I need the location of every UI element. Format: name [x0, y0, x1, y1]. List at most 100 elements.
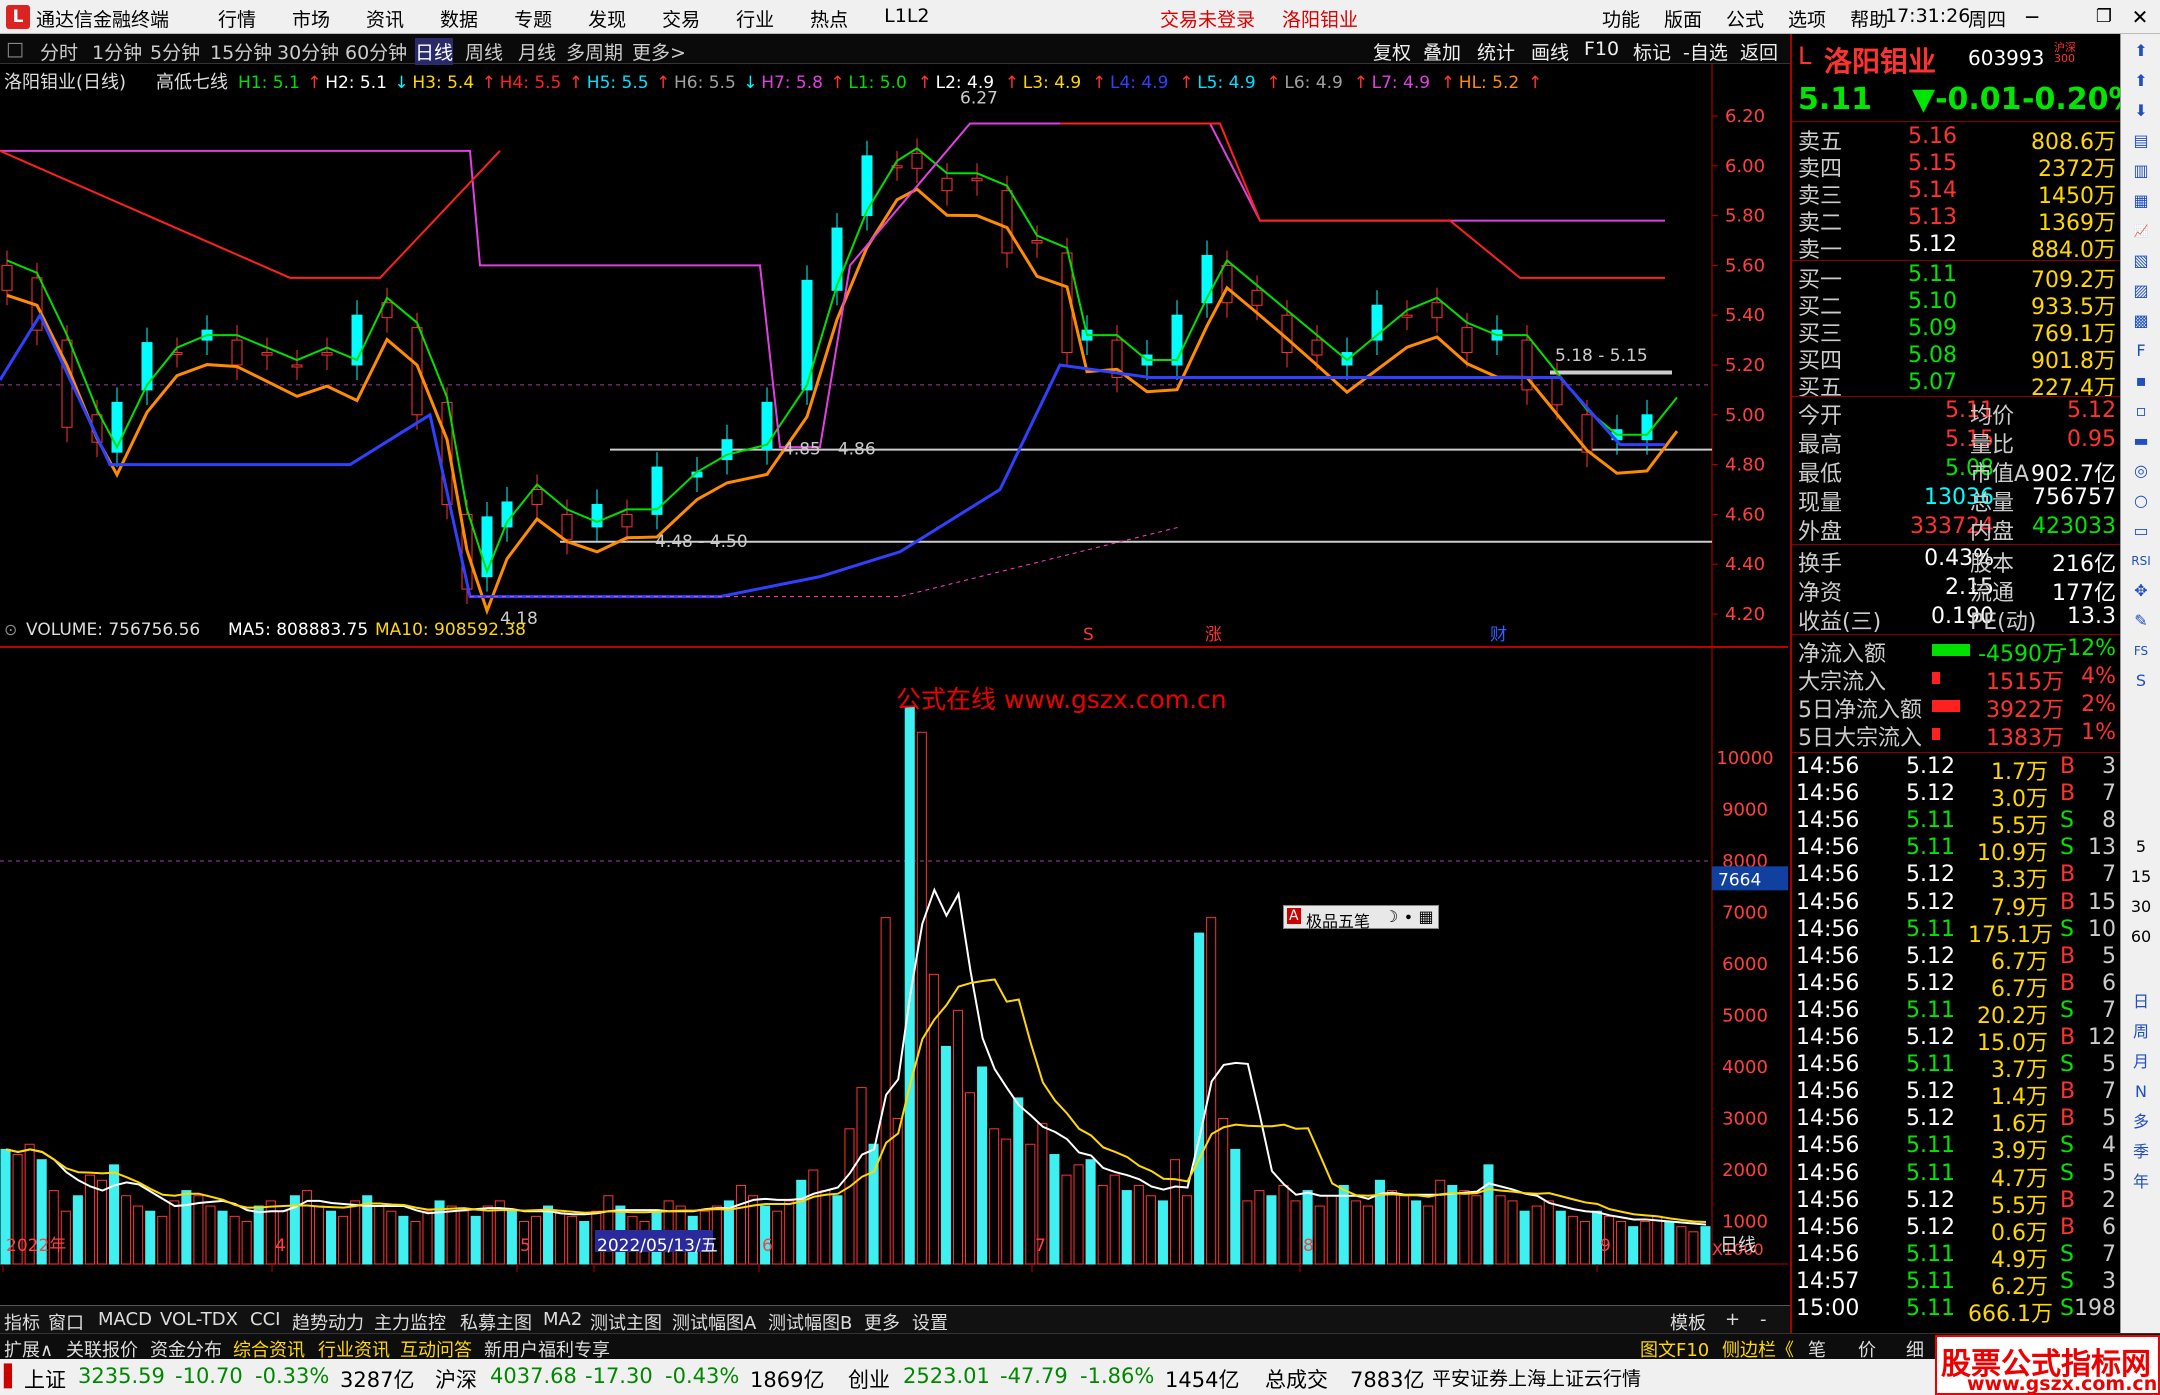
book-icon[interactable]: ▧ — [2127, 248, 2155, 274]
top-menu-item[interactable]: 热点 — [792, 5, 866, 32]
top-menu-item[interactable]: L1L2 — [866, 5, 947, 32]
right-menu-item[interactable]: 功能 — [1590, 5, 1652, 32]
tool-period-15[interactable]: 15 — [2127, 864, 2155, 890]
period-right-tab[interactable]: 标记 — [1633, 38, 1671, 65]
broker-info[interactable]: 平安证券上海上证云行情 — [1432, 1364, 1641, 1391]
indicator-tab[interactable]: CCI — [250, 1309, 280, 1330]
cross-icon[interactable]: ✥ — [2127, 578, 2155, 604]
report-icon[interactable]: ▨ — [2127, 278, 2155, 304]
period-tab[interactable]: 周线 — [465, 38, 503, 65]
period-right-tab[interactable]: 画线 — [1531, 38, 1569, 65]
fs-icon[interactable]: FS — [2127, 638, 2155, 664]
tool-period-cycle[interactable]: 年 — [2127, 1169, 2155, 1195]
pen-icon[interactable]: ✎ — [2127, 608, 2155, 634]
period-right-tab[interactable]: 返回 — [1740, 38, 1778, 65]
period-tab[interactable]: 分时 — [40, 38, 78, 65]
tool-period-cycle[interactable]: 月 — [2127, 1049, 2155, 1075]
up-icon[interactable]: ⬆ — [2127, 68, 2155, 94]
tool-period-cycle[interactable]: N — [2127, 1079, 2155, 1105]
period-tab[interactable]: 60分钟 — [345, 38, 407, 65]
restore-icon[interactable]: ❐ — [2086, 3, 2122, 31]
event-marker[interactable]: 涨 — [1205, 625, 1222, 645]
tool-period-cycle[interactable]: 周 — [2127, 1019, 2155, 1045]
bars-icon[interactable]: ▩ — [2127, 308, 2155, 334]
template-tab[interactable]: - — [1760, 1309, 1767, 1330]
s-icon[interactable]: S — [2127, 668, 2155, 694]
indicator-tab[interactable]: 测试主图 — [590, 1309, 662, 1335]
period-right-tab[interactable]: 统计 — [1477, 38, 1515, 65]
tool-period-cycle[interactable]: 日 — [2127, 989, 2155, 1015]
period-tab[interactable]: 多周期 — [566, 38, 623, 65]
f10-icon[interactable]: F — [2127, 338, 2155, 364]
tool-period-5[interactable]: 5 — [2127, 834, 2155, 860]
template-tab[interactable]: + — [1725, 1309, 1740, 1330]
kline-chart[interactable]: 洛阳钼业(日线) 高低七线 H1: 5.1 ↑ H2: 5.1 ↓ H3: 5.4 ↑ H4: … — [0, 64, 1790, 1314]
tool-period-30[interactable]: 30 — [2127, 894, 2155, 920]
top-menu-item[interactable]: 交易 — [644, 5, 718, 32]
close-icon[interactable]: ✕ — [2122, 3, 2158, 31]
indicator-tab[interactable]: 主力监控 — [374, 1309, 446, 1335]
indicator-tab[interactable]: 设置 — [912, 1309, 948, 1335]
indicator-tab[interactable]: MA2 — [543, 1309, 582, 1330]
top-menu-item[interactable]: 行情 — [200, 5, 274, 32]
scroll-up-icon[interactable]: ⬆ — [2127, 38, 2155, 64]
list-icon[interactable]: ▤ — [2127, 128, 2155, 154]
period-tab[interactable]: 1分钟 — [92, 38, 142, 65]
period-right-tab[interactable]: 叠加 — [1423, 38, 1461, 65]
indicator-tab[interactable]: 更多 — [864, 1309, 900, 1335]
period-tab[interactable]: 15分钟 — [210, 38, 272, 65]
top-menu-item[interactable]: 发现 — [570, 5, 644, 32]
target-icon[interactable]: ◎ — [2127, 458, 2155, 484]
trade-warning[interactable]: 交易未登录 — [1160, 5, 1255, 32]
event-marker[interactable]: S — [1083, 625, 1094, 645]
layout-icon[interactable]: ▬ — [2127, 428, 2155, 454]
down-icon[interactable]: ⬇ — [2127, 98, 2155, 124]
ask-row: 卖五 5.16 808.6万 — [1792, 124, 2122, 155]
right-menu-item[interactable]: 选项 — [1776, 5, 1838, 32]
indicator-tab[interactable]: 窗口 — [48, 1309, 84, 1335]
ime-toolbar[interactable]: A 极品五笔 ☽ ∙ ▦ — [1283, 905, 1439, 931]
period-tab[interactable]: 30分钟 — [277, 38, 339, 65]
period-tab[interactable]: 日线 — [415, 38, 454, 65]
top-menu-item[interactable]: 专题 — [496, 5, 570, 32]
period-right-tab[interactable]: 复权 — [1373, 38, 1411, 65]
indicator-tab[interactable]: 指标 — [4, 1309, 40, 1335]
event-marker[interactable]: 财 — [1490, 625, 1507, 645]
minimize-icon[interactable]: ─ — [2014, 3, 2050, 31]
panel-icon[interactable]: ▫ — [2127, 398, 2155, 424]
top-menu-item[interactable]: 数据 — [422, 5, 496, 32]
rsi-icon[interactable]: RSI — [2127, 548, 2155, 574]
stat-value: 423033 — [2032, 514, 2116, 539]
circle-icon[interactable]: ○ — [2127, 488, 2155, 514]
grid-icon[interactable]: ▦ — [2127, 188, 2155, 214]
sh-change: -10.70 — [175, 1364, 243, 1388]
box-icon[interactable]: ▪ — [2127, 368, 2155, 394]
top-menu-item[interactable]: 行业 — [718, 5, 792, 32]
tool-period-cycle[interactable]: 多 — [2127, 1109, 2155, 1135]
period-tab[interactable]: 5分钟 — [150, 38, 200, 65]
indicator-tab[interactable]: 私募主图 — [460, 1309, 532, 1335]
volume-bar — [1676, 1226, 1687, 1265]
period-right-tab[interactable]: -自选 — [1683, 38, 1728, 65]
right-menu-item[interactable]: 版面 — [1652, 5, 1714, 32]
indicator-name[interactable]: 高低七线 — [156, 72, 228, 93]
period-right-tab[interactable]: F10 — [1584, 38, 1619, 60]
top-menu-item[interactable]: 市场 — [274, 5, 348, 32]
tool-period-cycle[interactable]: 季 — [2127, 1139, 2155, 1165]
right-menu-item[interactable]: 公式 — [1714, 5, 1776, 32]
period-collapse-icon[interactable]: □ — [6, 38, 24, 60]
period-tab[interactable]: 更多> — [632, 38, 686, 65]
period-tab[interactable]: 月线 — [518, 38, 556, 65]
table-icon[interactable]: ▥ — [2127, 158, 2155, 184]
template-tab[interactable]: 模板 — [1670, 1309, 1706, 1335]
indicator-tab[interactable]: VOL-TDX — [160, 1309, 238, 1330]
hs-pct: -0.43% — [665, 1364, 740, 1388]
indicator-tab[interactable]: MACD — [98, 1309, 152, 1330]
indicator-tab[interactable]: 测试幅图B — [768, 1309, 852, 1335]
window-icon[interactable]: ▭ — [2127, 518, 2155, 544]
top-menu-item[interactable]: 资讯 — [348, 5, 422, 32]
chart-icon[interactable]: 📈 — [2127, 218, 2155, 244]
tool-period-60[interactable]: 60 — [2127, 924, 2155, 950]
indicator-tab[interactable]: 趋势动力 — [292, 1309, 364, 1335]
indicator-tab[interactable]: 测试幅图A — [672, 1309, 756, 1335]
